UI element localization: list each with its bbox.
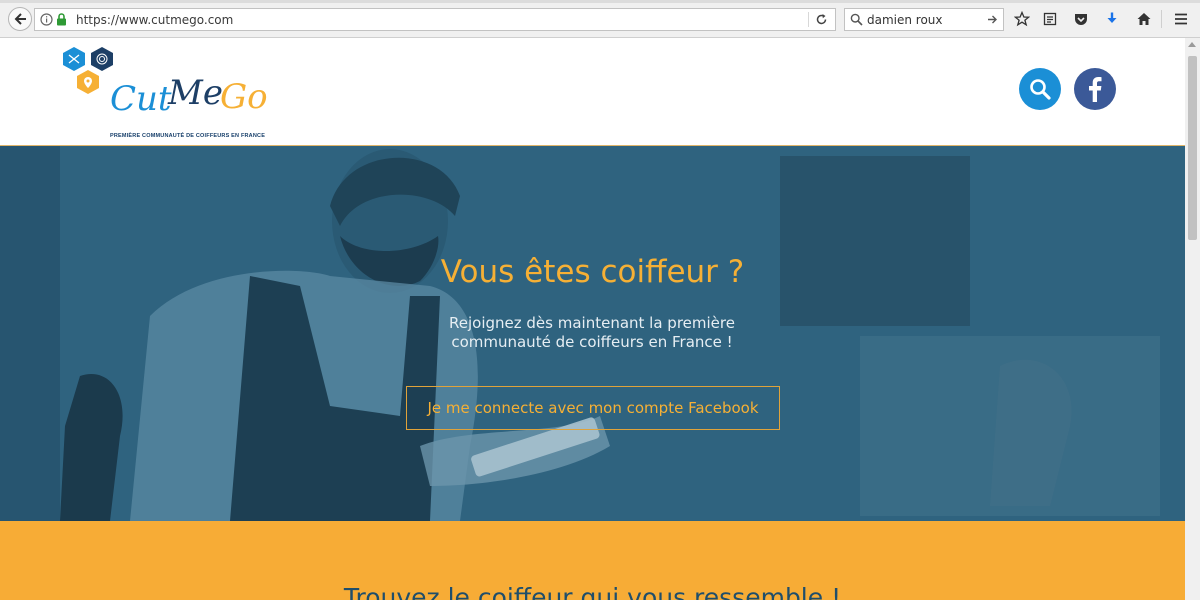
hero-section: Vous êtes coiffeur ? Rejoignez dès maint… [0,146,1185,521]
reading-list-icon [1043,12,1057,26]
page-viewport: Cut Me Go PREMIÈRE COMMUNAUTÉ DE COIFFEU… [0,38,1185,600]
facebook-login-button[interactable]: Je me connecte avec mon compte Facebook [406,386,780,430]
tab-strip [0,0,1200,3]
site-search-button[interactable] [1019,68,1061,110]
pocket-icon [1075,14,1087,25]
go-arrow-icon[interactable] [987,14,998,25]
back-arrow-icon [14,13,26,25]
hero-title: Vous êtes coiffeur ? [440,254,745,290]
bookmark-star-button[interactable] [1011,8,1033,30]
logo-tagline: PREMIÈRE COMMUNAUTÉ DE COIFFEURS EN FRAN… [110,133,266,139]
site-header: Cut Me Go PREMIÈRE COMMUNAUTÉ DE COIFFEU… [0,38,1185,146]
logo-word-go: Go [220,77,268,117]
url-divider [808,12,809,27]
logo-word-cut: Cut [110,79,172,119]
toolbar-separator [1161,10,1162,28]
back-button[interactable] [8,7,32,31]
browser-toolbar: https://www.cutmego.com damien roux [0,0,1200,38]
reading-list-button[interactable] [1039,8,1061,30]
search-bar[interactable]: damien roux [844,8,1004,31]
find-hairdresser-title: Trouvez le coiffeur qui vous ressemble ! [343,583,842,600]
downloads-button[interactable] [1101,8,1123,30]
url-text: https://www.cutmego.com [76,13,234,27]
hero-subtitle: Rejoignez dès maintenant la première com… [442,314,742,352]
hero-subtitle-line-2: communauté de coiffeurs en France ! [451,333,733,351]
logo-word-me: Me [167,73,223,113]
fingerprint-hexagon [91,47,113,71]
download-icon [1107,12,1117,23]
find-hairdresser-section: Trouvez le coiffeur qui vous ressemble ! [0,521,1185,600]
home-icon [1137,13,1151,25]
info-icon[interactable] [40,13,53,26]
address-bar[interactable]: https://www.cutmego.com [34,8,836,31]
scroll-up-arrow-icon[interactable] [1188,42,1196,47]
star-icon [1014,11,1030,27]
magnifier-icon [850,13,863,26]
scrollbar-thumb[interactable] [1188,56,1197,240]
pocket-button[interactable] [1070,8,1092,30]
reload-icon[interactable] [815,13,828,26]
search-icon [1030,79,1051,100]
home-button[interactable] [1133,8,1155,30]
logo-graphic: Cut Me Go [63,47,268,119]
lock-icon [57,13,66,26]
facebook-button[interactable] [1074,68,1116,110]
menu-button[interactable] [1170,8,1192,30]
site-logo[interactable]: Cut Me Go PREMIÈRE COMMUNAUTÉ DE COIFFEU… [60,44,280,140]
hamburger-menu-icon [1175,13,1187,25]
hero-subtitle-line-1: Rejoignez dès maintenant la première [449,314,735,332]
search-query: damien roux [867,13,943,27]
facebook-icon [1089,77,1102,102]
